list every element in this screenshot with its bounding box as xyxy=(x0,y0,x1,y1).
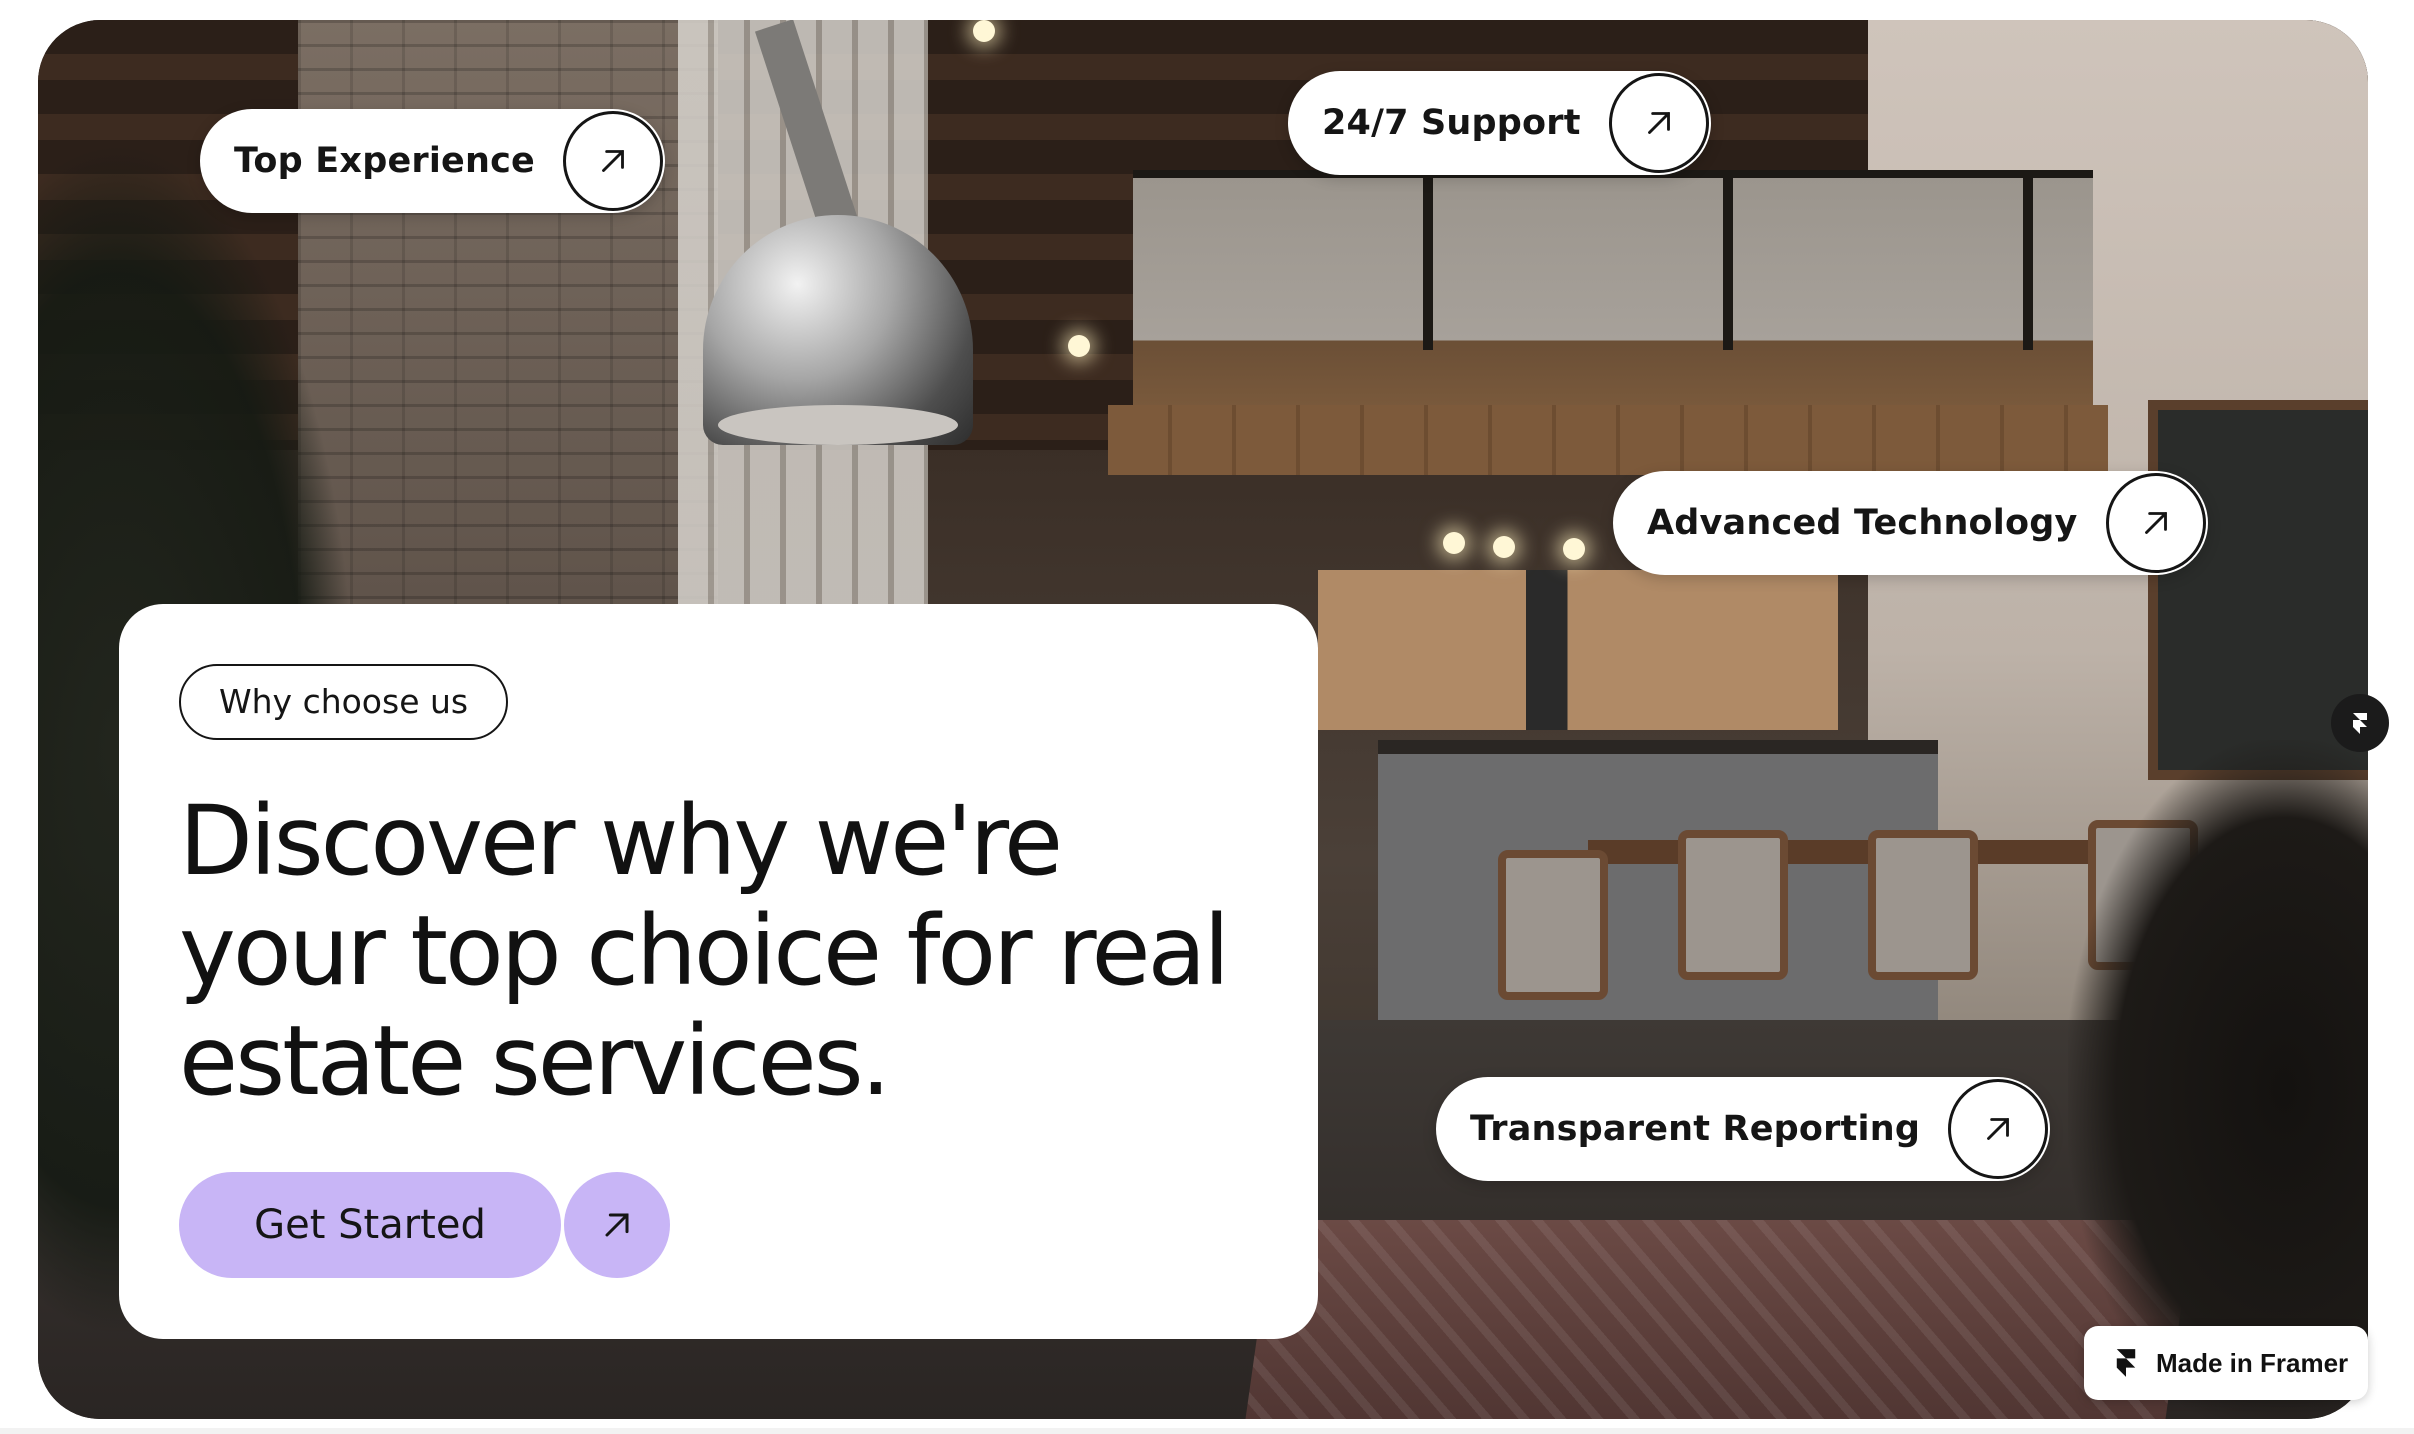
arrow-up-right-icon[interactable] xyxy=(562,111,663,211)
feature-label: Top Experience xyxy=(234,141,535,181)
feature-pill-advanced-technology[interactable]: Advanced Technology xyxy=(1613,471,2208,575)
feature-label: Transparent Reporting xyxy=(1470,1109,1921,1149)
framer-logo-icon[interactable] xyxy=(2331,694,2389,752)
arrow-up-right-icon[interactable] xyxy=(1608,73,1709,173)
page-bottom-edge xyxy=(0,1428,2414,1434)
feature-pill-24-7-support[interactable]: 24/7 Support xyxy=(1288,71,1711,175)
cta-group: Get Started xyxy=(179,1172,670,1278)
feature-label: 24/7 Support xyxy=(1322,103,1581,143)
arrow-up-right-icon[interactable] xyxy=(564,1172,670,1278)
framer-logo-icon xyxy=(2116,1349,2136,1377)
why-choose-us-card: Why choose us Discover why we're your to… xyxy=(119,604,1318,1339)
arrow-up-right-icon[interactable] xyxy=(1948,1079,2049,1179)
get-started-button[interactable]: Get Started xyxy=(179,1172,561,1278)
headline: Discover why we're your top choice for r… xyxy=(179,785,1230,1117)
feature-label: Advanced Technology xyxy=(1647,503,2078,543)
badge-label: Made in Framer xyxy=(2156,1347,2349,1378)
made-in-framer-badge[interactable]: Made in Framer xyxy=(2084,1326,2368,1400)
feature-pill-transparent-reporting[interactable]: Transparent Reporting xyxy=(1436,1077,2051,1181)
arrow-up-right-icon[interactable] xyxy=(2105,473,2206,573)
feature-pill-top-experience[interactable]: Top Experience xyxy=(200,109,665,213)
section-tag: Why choose us xyxy=(179,664,509,740)
